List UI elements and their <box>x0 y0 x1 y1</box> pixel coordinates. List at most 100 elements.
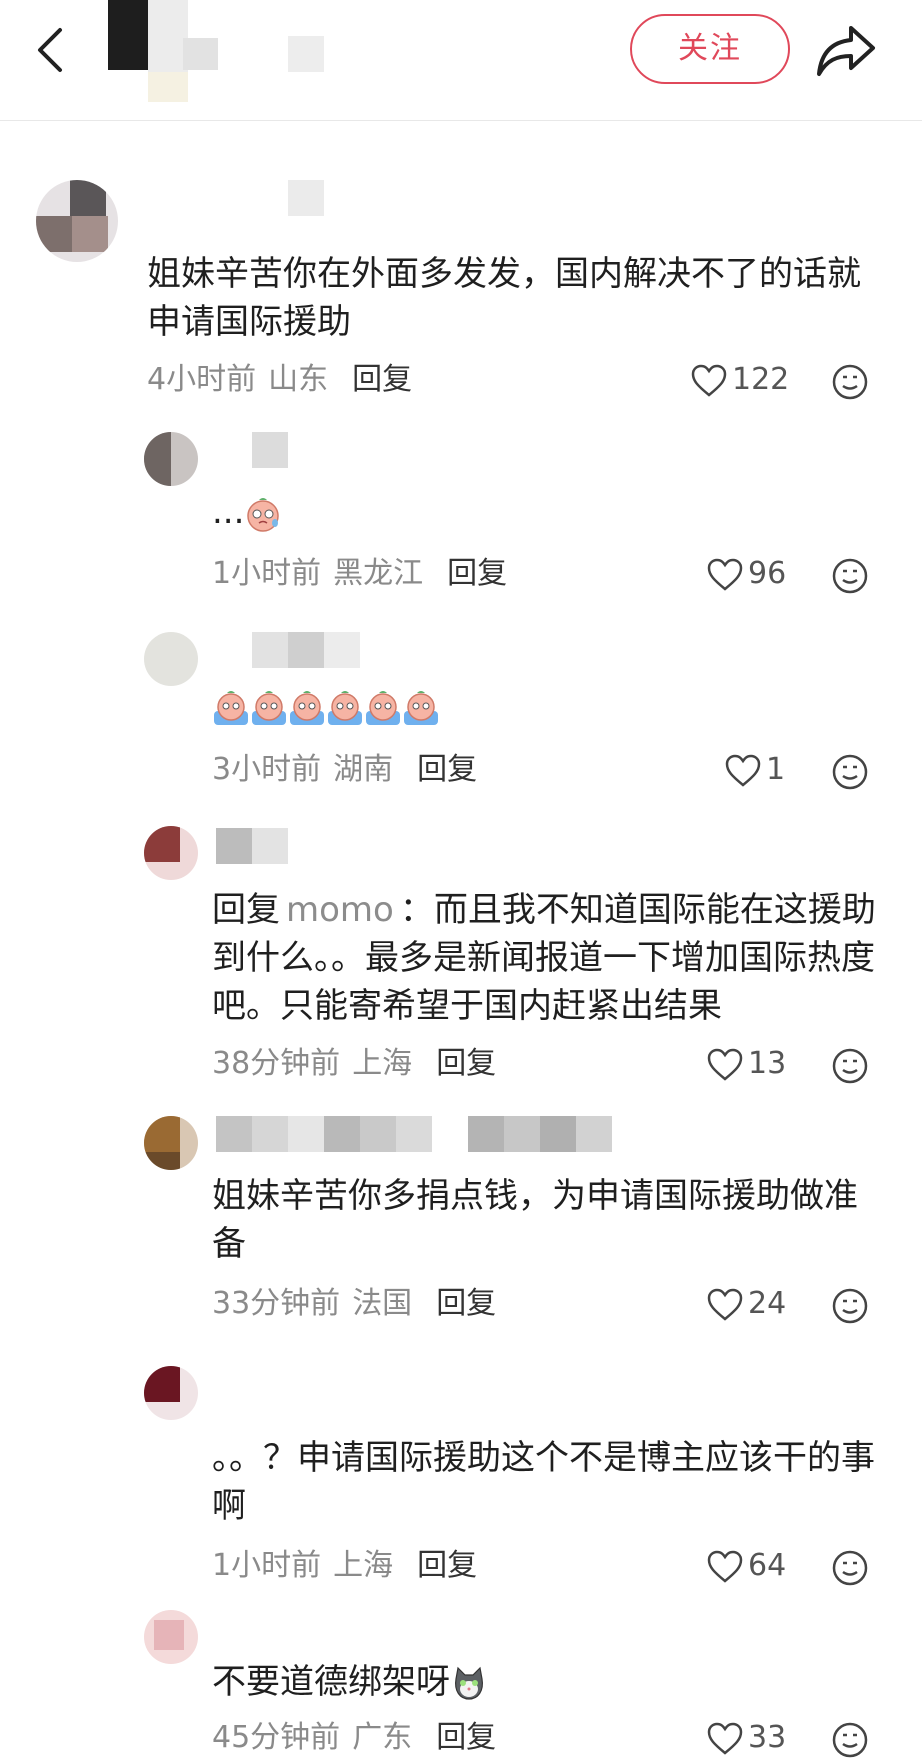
comment-meta: 1小时前 上海 回复 <box>212 1546 477 1586</box>
comment-location: 上海 <box>333 1548 394 1583</box>
comment-meta: 38分钟前 上海 回复 <box>212 1044 496 1084</box>
smiley-face-icon <box>832 1550 868 1586</box>
emoji-reaction-button[interactable] <box>830 1548 870 1588</box>
avatar[interactable] <box>144 826 198 880</box>
like-button[interactable]: 24 <box>706 1284 786 1324</box>
comment-time: 4小时前 <box>147 362 257 397</box>
comment-time: 38分钟前 <box>212 1046 341 1081</box>
comment-time: 1小时前 <box>212 556 322 591</box>
reply-item: 回复 momo ：而且我不知道国际能在这援助到什么。。最多是新闻报道一下增加国际热度… <box>0 826 922 1086</box>
heart-outline-icon <box>707 1722 743 1755</box>
crying-peach-sticker-icon <box>214 690 248 725</box>
heart-outline-icon <box>707 1048 743 1081</box>
emoji-reaction-button[interactable] <box>830 1286 870 1326</box>
like-button[interactable]: 122 <box>690 360 789 400</box>
like-count: 96 <box>748 556 787 591</box>
chevron-left-icon <box>38 28 62 72</box>
comment-location: 湖南 <box>333 752 394 787</box>
comment-location: 上海 <box>352 1046 413 1081</box>
share-button[interactable] <box>815 22 879 80</box>
crying-peach-sticker-icon <box>404 690 438 725</box>
author-name-blurred <box>288 36 324 72</box>
avatar[interactable] <box>144 632 198 686</box>
avatar[interactable] <box>144 1116 198 1170</box>
comment-time: 45分钟前 <box>212 1720 341 1755</box>
share-arrow-icon <box>817 26 875 76</box>
like-button[interactable]: 64 <box>706 1546 786 1586</box>
crying-peach-sticker-icon <box>290 690 324 725</box>
comment-text: 姐妹辛苦你在外面多发发，国内解决不了的话就申请国际援助 <box>147 254 861 342</box>
reply-button[interactable]: 回复 <box>417 1548 477 1583</box>
avatar[interactable] <box>144 1610 198 1664</box>
like-count: 1 <box>766 752 786 787</box>
reply-button[interactable]: 回复 <box>417 752 477 787</box>
heart-outline-icon <box>707 1550 743 1583</box>
emoji-reaction-button[interactable] <box>830 752 870 792</box>
comment-text-content: ... <box>212 492 245 532</box>
username-blurred <box>216 828 288 864</box>
emoji-reaction-button[interactable] <box>830 362 870 402</box>
heart-outline-icon <box>691 364 727 397</box>
comment-text: 。。？申请国际援助这个不是博主应该干的事啊 <box>212 1438 875 1526</box>
username-blurred <box>252 432 288 468</box>
follow-button[interactable]: 关注 <box>630 14 790 84</box>
reply-item: ... 1小时前 黑龙江 回复 96 <box>0 430 922 594</box>
avatar[interactable] <box>36 180 118 262</box>
comment-time: 3小时前 <box>212 752 322 787</box>
comment-meta: 3小时前 湖南 回复 <box>212 750 477 790</box>
cat-sticker-icon <box>455 1666 483 1700</box>
like-count: 64 <box>748 1548 787 1583</box>
smiley-face-icon <box>832 754 868 790</box>
emoji-reaction-button[interactable] <box>830 556 870 596</box>
crying-peach-sticker-icon <box>247 497 280 532</box>
like-button[interactable]: 96 <box>706 554 786 594</box>
comment-meta: 1小时前 黑龙江 回复 <box>212 554 507 594</box>
reply-button[interactable]: 回复 <box>436 1720 496 1755</box>
like-count: 33 <box>748 1720 787 1755</box>
like-button[interactable]: 1 <box>724 750 785 790</box>
heart-outline-icon <box>725 754 761 787</box>
emoji-reaction-button[interactable] <box>830 1720 870 1760</box>
comment-text: 回复 momo ：而且我不知道国际能在这援助到什么。。最多是新闻报道一下增加国际热度… <box>212 886 882 1030</box>
heart-outline-icon <box>707 1288 743 1321</box>
like-button[interactable]: 13 <box>706 1044 786 1084</box>
comment-location: 法国 <box>352 1286 413 1321</box>
like-count: 24 <box>748 1286 787 1321</box>
comment-location: 黑龙江 <box>333 556 424 591</box>
like-count: 122 <box>732 362 790 397</box>
reply-button[interactable]: 回复 <box>436 1286 496 1321</box>
comment-text: ... <box>212 488 872 536</box>
reply-button[interactable]: 回复 <box>436 1046 496 1081</box>
comment-location: 广东 <box>352 1720 413 1755</box>
avatar[interactable] <box>144 432 198 486</box>
avatar[interactable] <box>144 1366 198 1420</box>
emoji-reaction-button[interactable] <box>830 1046 870 1086</box>
comment-text: 不要道德绑架呀 <box>212 1658 882 1706</box>
comment-meta: 45分钟前 广东 回复 <box>212 1718 496 1758</box>
back-button[interactable] <box>30 22 74 78</box>
smiley-face-icon <box>832 1288 868 1324</box>
comment-text-content: 不要道德绑架呀 <box>212 1662 450 1702</box>
heart-outline-icon <box>707 558 743 591</box>
reply-prefix: 回复 <box>212 890 280 930</box>
smiley-face-icon <box>832 558 868 594</box>
comment-item: 姐妹辛苦你在外面多发发，国内解决不了的话就申请国际援助 4小时前 山东 回复 122 <box>0 170 922 410</box>
top-bar: 关注 <box>0 0 922 121</box>
username-blurred <box>288 180 324 216</box>
comment-time: 1小时前 <box>212 1548 322 1583</box>
author-avatar[interactable] <box>108 0 218 105</box>
like-button[interactable]: 33 <box>706 1718 786 1758</box>
smiley-face-icon <box>832 1048 868 1084</box>
username-blurred <box>216 1116 612 1152</box>
reply-button[interactable]: 回复 <box>447 556 507 591</box>
comment-time: 33分钟前 <box>212 1286 341 1321</box>
crying-peach-sticker-icon <box>328 690 362 725</box>
crying-peach-sticker-icon <box>252 690 286 725</box>
reply-button[interactable]: 回复 <box>352 362 412 397</box>
reply-item: 。。？申请国际援助这个不是博主应该干的事啊 1小时前 上海 回复 64 <box>0 1366 922 1586</box>
smiley-face-icon <box>832 364 868 400</box>
username-blurred <box>252 632 360 668</box>
comment-meta: 4小时前 山东 回复 <box>147 360 412 400</box>
sticker-row <box>212 682 512 730</box>
mention-link[interactable]: momo <box>286 890 394 930</box>
